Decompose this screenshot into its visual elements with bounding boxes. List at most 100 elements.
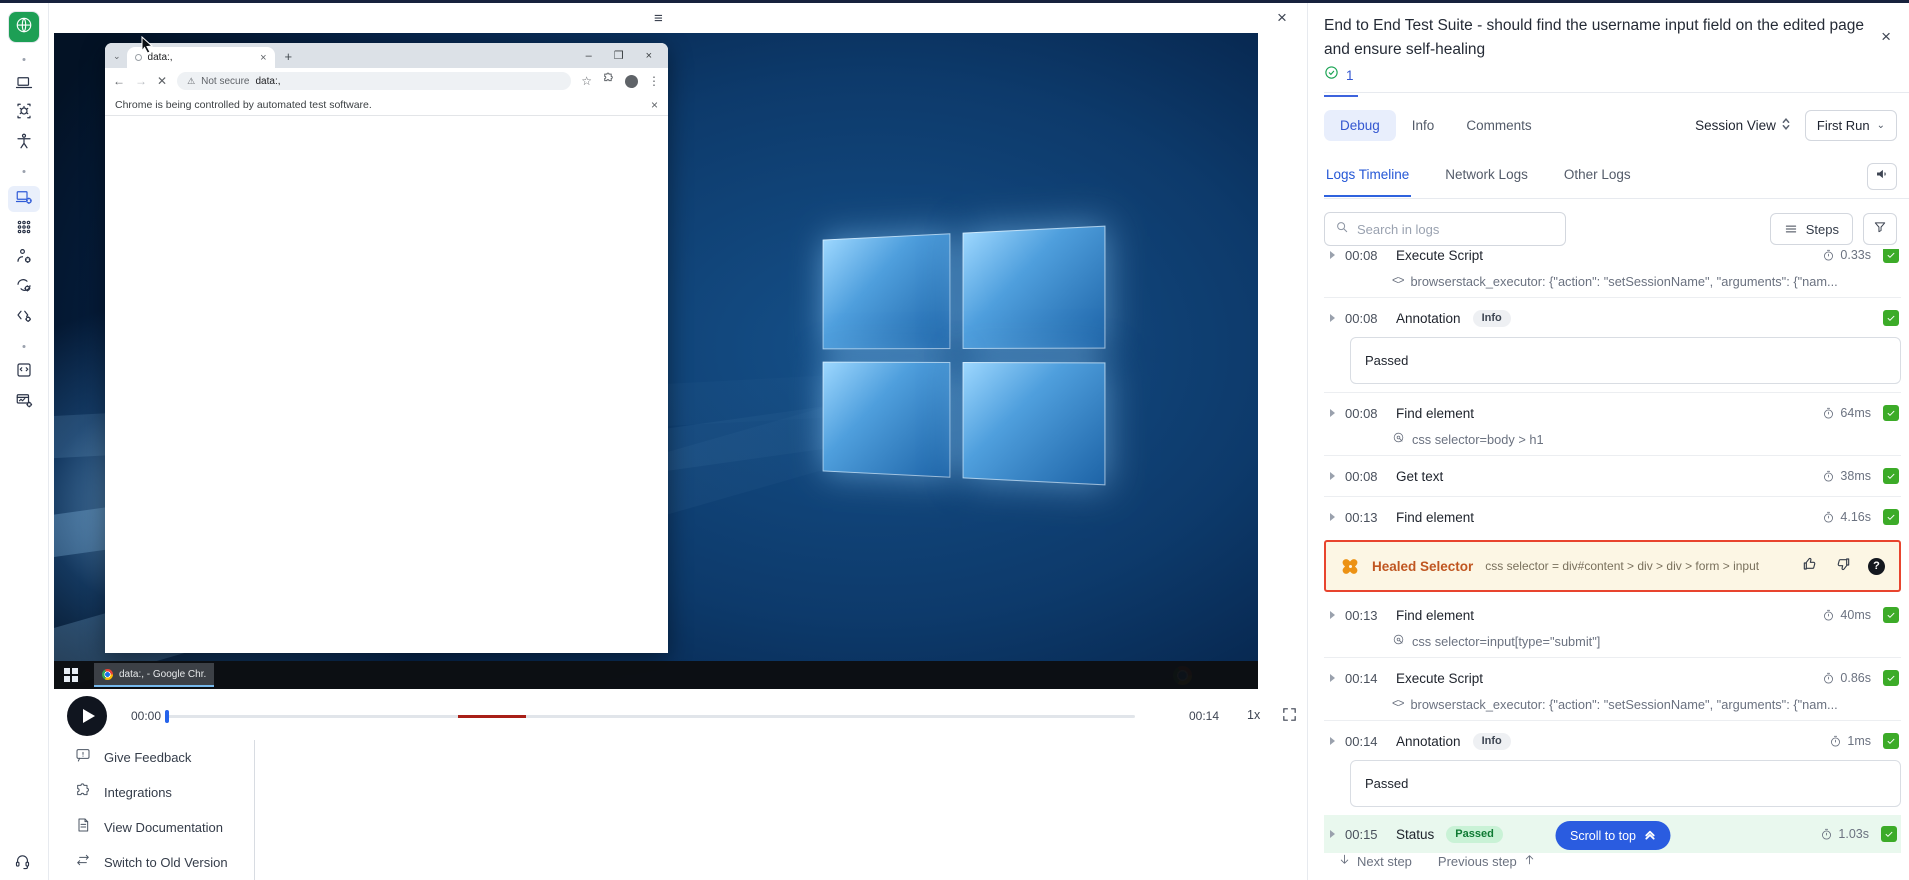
menu-item-label: View Documentation xyxy=(104,820,223,835)
scroll-to-top-button[interactable]: Scroll to top xyxy=(1555,821,1670,850)
screenshot-icon xyxy=(15,361,33,384)
expand-caret-icon[interactable] xyxy=(1330,830,1335,838)
window-minimize-button[interactable]: – xyxy=(586,50,592,62)
puzzle-icon xyxy=(75,782,91,803)
profile-avatar[interactable] xyxy=(625,75,638,88)
tab-title: data:, xyxy=(148,52,255,63)
session-tab[interactable]: 1 xyxy=(1324,59,1358,97)
recorded-chrome-window: ⌄ data:, × + – ❒ × ← → ✕ xyxy=(105,43,668,653)
log-subtitle: css selector=body > h1 xyxy=(1392,428,1901,450)
address-bar[interactable]: ⚠ Not secure data:, xyxy=(177,72,571,90)
menu-item-integrations[interactable]: Integrations xyxy=(67,775,254,810)
chevron-down-icon: ⌄ xyxy=(1877,120,1885,131)
sidebar-item-sdk[interactable] xyxy=(8,304,40,330)
sidebar-item-user-settings[interactable] xyxy=(8,245,40,271)
expand-caret-icon[interactable] xyxy=(1330,314,1335,322)
subtab-network-logs[interactable]: Network Logs xyxy=(1443,161,1530,195)
log-row[interactable]: 00:08 Find element 64ms xyxy=(1324,398,1901,428)
seek-bar[interactable] xyxy=(165,715,1135,718)
infobar-close-icon[interactable]: × xyxy=(651,98,658,112)
expand-caret-icon[interactable] xyxy=(1330,472,1335,480)
thumbs-up-button[interactable] xyxy=(1802,556,1818,577)
log-search[interactable] xyxy=(1324,212,1566,246)
previous-step-button[interactable]: Previous step xyxy=(1438,853,1536,869)
bookmark-star-icon[interactable]: ☆ xyxy=(581,74,592,88)
sidebar-item-accessibility[interactable] xyxy=(8,130,40,156)
log-row[interactable]: 00:13 Find element 4.16s xyxy=(1324,502,1901,532)
log-row[interactable]: 00:08 Get text 38ms xyxy=(1324,461,1901,491)
forward-icon[interactable]: → xyxy=(135,74,147,88)
log-row[interactable]: 00:13 Find element 40ms xyxy=(1324,600,1901,630)
tab-comments[interactable]: Comments xyxy=(1450,110,1547,141)
search-input[interactable] xyxy=(1357,222,1547,237)
modal-close-button[interactable]: × xyxy=(1277,8,1287,28)
expand-caret-icon[interactable] xyxy=(1330,251,1335,259)
next-step-button[interactable]: Next step xyxy=(1338,853,1412,869)
stop-icon[interactable]: ✕ xyxy=(157,74,167,88)
sidebar-item-live[interactable] xyxy=(9,12,39,42)
tab-search-chevron-icon[interactable]: ⌄ xyxy=(113,51,121,62)
sidebar-item-percy[interactable] xyxy=(8,359,40,385)
log-toolbar: Steps xyxy=(1324,212,1897,246)
filter-button[interactable] xyxy=(1863,213,1897,245)
total-time: 00:14 xyxy=(1189,709,1219,723)
playback-speed-button[interactable]: 1x xyxy=(1247,708,1260,722)
expand-caret-icon[interactable] xyxy=(1330,737,1335,745)
back-icon[interactable]: ← xyxy=(113,74,125,88)
modal-menu-icon[interactable]: ≡ xyxy=(654,10,663,27)
log-title: Execute Script xyxy=(1396,671,1483,686)
seek-handle[interactable] xyxy=(165,710,169,723)
window-close-button[interactable]: × xyxy=(646,50,652,62)
sidebar-item-app-automate[interactable] xyxy=(8,100,40,126)
sidebar-item-apps-grid[interactable] xyxy=(8,216,40,242)
healed-selector-callout[interactable]: Healed Selector css selector = div#conte… xyxy=(1324,540,1901,592)
log-row[interactable]: 00:08 Annotation Info xyxy=(1324,303,1901,333)
subtab-logs-timeline[interactable]: Logs Timeline xyxy=(1324,161,1411,197)
panel-close-button[interactable]: × xyxy=(1881,27,1891,47)
accessibility-person-icon xyxy=(15,132,33,155)
selenium-badge-icon xyxy=(1883,249,1899,263)
log-row[interactable]: 00:14 Annotation Info 1ms xyxy=(1324,726,1901,756)
previous-step-label: Previous step xyxy=(1438,854,1517,869)
log-time: 00:13 xyxy=(1345,608,1389,623)
taskbar-chrome-task[interactable]: data:, - Google Chr... xyxy=(94,663,214,687)
expand-caret-icon[interactable] xyxy=(1330,513,1335,521)
sidebar-item-settings-sync[interactable] xyxy=(8,274,40,300)
expand-caret-icon[interactable] xyxy=(1330,409,1335,417)
tab-close-icon[interactable]: × xyxy=(260,52,266,64)
sidebar-item-automate-active[interactable] xyxy=(8,186,40,212)
steps-button[interactable]: Steps xyxy=(1770,213,1853,245)
expand-caret-icon[interactable] xyxy=(1330,674,1335,682)
audio-toggle-button[interactable] xyxy=(1867,163,1897,190)
video-frame[interactable]: ⌄ data:, × + – ❒ × ← → ✕ xyxy=(54,33,1258,689)
selenium-badge-icon xyxy=(1883,670,1899,686)
subtab-other-logs[interactable]: Other Logs xyxy=(1562,161,1633,195)
new-tab-button[interactable]: + xyxy=(285,49,293,64)
log-row[interactable]: 00:08 Execute Script 0.33s xyxy=(1324,249,1901,270)
support-headset-button[interactable] xyxy=(14,853,31,875)
help-button[interactable]: ? xyxy=(1868,558,1885,575)
windows-start-icon xyxy=(64,668,78,682)
tab-info[interactable]: Info xyxy=(1396,110,1451,141)
run-selector-button[interactable]: First Run ⌄ xyxy=(1805,110,1897,141)
sidebar-item-turboscale[interactable] xyxy=(8,389,40,415)
more-menu-icon[interactable]: ⋮ xyxy=(648,74,660,88)
session-view-selector[interactable]: Session View xyxy=(1695,117,1791,134)
menu-item-give-feedback[interactable]: Give Feedback xyxy=(67,740,254,775)
extensions-puzzle-icon[interactable] xyxy=(602,72,615,90)
tab-debug[interactable]: Debug xyxy=(1324,110,1396,141)
window-maximize-button[interactable]: ❒ xyxy=(614,49,624,62)
document-icon xyxy=(75,817,91,838)
sidebar-item-devices[interactable] xyxy=(8,72,40,98)
code-icon: <> xyxy=(1392,698,1403,710)
expand-caret-icon[interactable] xyxy=(1330,611,1335,619)
play-button[interactable] xyxy=(67,696,107,736)
start-button[interactable] xyxy=(54,661,88,689)
fullscreen-button[interactable] xyxy=(1281,706,1298,728)
menu-item-switch-old-version[interactable]: Switch to Old Version xyxy=(67,845,254,880)
menu-item-view-documentation[interactable]: View Documentation xyxy=(67,810,254,845)
log-row[interactable]: 00:14 Execute Script 0.86s xyxy=(1324,663,1901,693)
automation-infobar: Chrome is being controlled by automated … xyxy=(105,94,668,116)
infobar-message: Chrome is being controlled by automated … xyxy=(115,99,372,111)
thumbs-down-button[interactable] xyxy=(1835,556,1851,577)
